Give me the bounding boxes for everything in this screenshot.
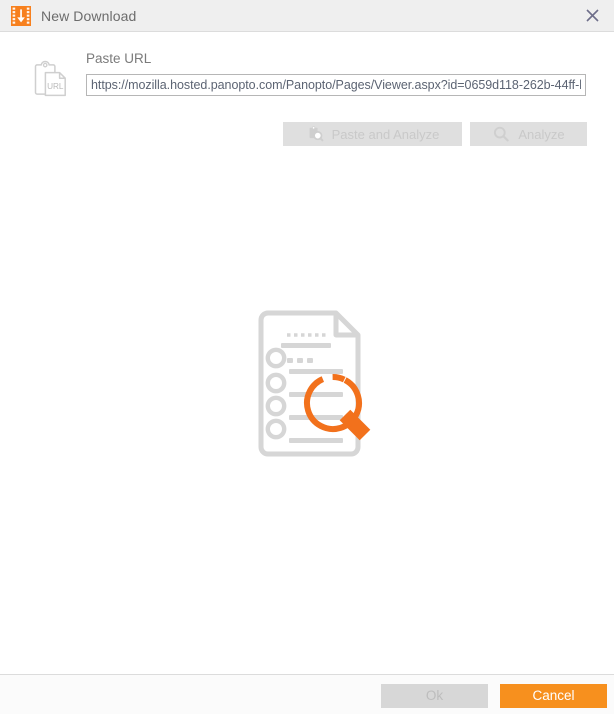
cancel-button[interactable]: Cancel bbox=[500, 684, 607, 708]
analyze-label: Analyze bbox=[518, 126, 565, 142]
analyze-button[interactable]: Analyze bbox=[470, 122, 587, 146]
svg-text:URL: URL bbox=[47, 82, 64, 91]
paste-and-analyze-label: Paste and Analyze bbox=[331, 126, 440, 142]
paste-and-analyze-button[interactable]: Paste and Analyze bbox=[283, 122, 462, 146]
close-icon bbox=[585, 9, 599, 22]
url-entry-row: URL Paste URL bbox=[0, 52, 614, 108]
ok-button[interactable]: Ok bbox=[381, 684, 488, 708]
close-button[interactable] bbox=[570, 0, 614, 31]
clipboard-search-icon bbox=[306, 125, 324, 143]
dialog-content: URL Paste URL Paste and Analyze bbox=[0, 32, 614, 674]
dialog-footer: Ok Cancel bbox=[0, 674, 614, 714]
url-input[interactable] bbox=[86, 74, 586, 96]
document-search-illustration bbox=[249, 310, 385, 460]
search-icon bbox=[492, 125, 510, 143]
paste-url-label: Paste URL bbox=[86, 51, 152, 66]
analyze-action-row: Paste and Analyze Analyze bbox=[0, 122, 614, 148]
new-download-dialog: New Download URL Paste URL https://mozil… bbox=[0, 0, 614, 714]
titlebar: New Download bbox=[0, 0, 614, 32]
window-title: New Download bbox=[41, 7, 137, 24]
clipboard-url-icon: URL bbox=[28, 58, 72, 102]
download-film-icon bbox=[11, 5, 31, 26]
